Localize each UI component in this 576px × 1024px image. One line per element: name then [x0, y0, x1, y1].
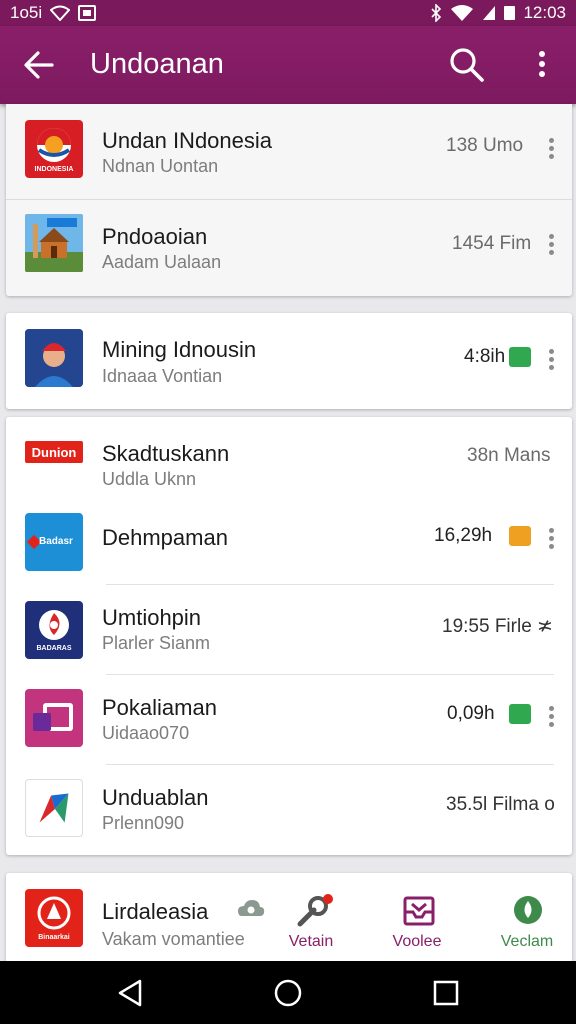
item-meta: 4:8ih [464, 346, 506, 367]
app-bar: Undoanan [0, 26, 576, 104]
person-avatar-icon [25, 329, 83, 387]
system-navigation-bar [0, 961, 576, 1024]
logo-text: Badasr [39, 536, 73, 547]
list-item[interactable]: Dunion Skadtuskann Uddla Uknn 38n Mans [6, 417, 572, 501]
logo-text: Binaarkai [38, 934, 70, 941]
logo-text: BADARAS [36, 645, 72, 652]
list-item[interactable]: Pokaliaman Uidaao070 0,09h [6, 675, 572, 765]
inbox-tray-icon [403, 896, 435, 926]
cell-signal-icon [483, 6, 496, 20]
item-name: Pndoaoian [102, 224, 208, 249]
nav-item-vetain[interactable]: Vetain [272, 880, 350, 958]
battery-icon [504, 6, 516, 20]
nav-label: Voolee [392, 933, 442, 950]
status-tag-icon [509, 526, 531, 546]
cloud-eye-icon [238, 900, 265, 916]
item-subtitle: Ndnan Uontan [102, 156, 219, 176]
logo-text: INDONESIA [34, 166, 74, 173]
item-meta: 1454 Fim [452, 233, 532, 254]
item-meta: 138 Umo [446, 135, 524, 156]
item-name: Undan INdonesia [102, 128, 273, 153]
item-overflow-icon[interactable] [547, 349, 555, 371]
item-name: Unduablan [102, 785, 209, 810]
list-item[interactable]: Unduablan Prlenn090 35.5l Filma o [6, 765, 572, 855]
item-subtitle: Prlenn090 [102, 813, 185, 833]
leaf-drop-icon [514, 896, 542, 924]
status-time: 12:03 [523, 3, 566, 22]
nav-label: Veclam [500, 933, 554, 950]
red-banner-logo-icon: Dunion [25, 435, 83, 475]
nav-label: Vetain [288, 933, 334, 950]
app-list-card-main: Dunion Skadtuskann Uddla Uknn 38n Mans B… [6, 417, 572, 855]
list-item[interactable]: Mining Idnousin Idnaaa Vontian 4:8ih [6, 313, 572, 409]
item-name: Umtiohpin [102, 605, 202, 630]
list-item[interactable]: Pndoaoian Aadam Ualaan 1454 Fim [6, 200, 572, 296]
item-subtitle: Plarler Sianm [102, 633, 211, 653]
list-item[interactable]: BADARAS Umtiohpin Plarler Sianm 19:55 Fi… [6, 585, 572, 675]
nav-item-veclam[interactable]: Veclam [488, 880, 566, 958]
item-subtitle: Aadam Ualaan [102, 252, 222, 272]
item-subtitle: Uddla Uknn [102, 469, 197, 489]
list-item[interactable]: INDONESIA Undan INdonesia Ndnan Uontan 1… [6, 104, 572, 200]
back-arrow-icon[interactable] [22, 48, 56, 82]
page-title: Undoanan [90, 48, 224, 80]
blue-brand-logo-icon: Badasr [25, 513, 83, 571]
item-overflow-icon[interactable] [547, 528, 555, 550]
item-name: Dehmpaman [102, 525, 228, 550]
item-name: Mining Idnousin [102, 337, 257, 362]
logo-text: Dunion [31, 445, 77, 460]
item-meta: 16,29h [434, 525, 493, 546]
overflow-menu-icon[interactable] [528, 50, 556, 80]
system-back-icon[interactable] [114, 977, 146, 1009]
wifi-signal-icon [451, 5, 474, 21]
circle-emblem-icon: BADARAS [25, 601, 83, 659]
app-list-card-top: INDONESIA Undan INdonesia Ndnan Uontan 1… [6, 104, 572, 296]
system-home-icon[interactable] [272, 977, 304, 1009]
item-name: Skadtuskann [102, 441, 230, 466]
wifi-icon [50, 5, 71, 21]
search-icon[interactable] [448, 46, 486, 84]
app-list-card-middle: Mining Idnousin Idnaaa Vontian 4:8ih [6, 313, 572, 409]
item-meta: 0,09h [447, 703, 495, 724]
status-left-text: 1o5i [10, 3, 43, 22]
wrench-badge-icon [297, 894, 333, 927]
item-overflow-icon[interactable] [547, 234, 555, 256]
purple-card-logo-icon [25, 689, 83, 747]
item-meta: 35.5l Filma o [446, 794, 555, 815]
geometric-logo-icon [25, 779, 83, 837]
item-overflow-icon[interactable] [547, 138, 555, 160]
status-bar: 1o5i 12:03 [0, 0, 576, 26]
red-seal-logo-icon: Binaarkai [25, 889, 83, 947]
item-name: Lirdaleasia [102, 899, 209, 924]
bottom-navigation: Vetain Voolee Veclam [238, 880, 572, 960]
system-recents-icon[interactable] [430, 977, 462, 1009]
notification-icon [78, 5, 97, 21]
indonesia-logo-icon: INDONESIA [25, 120, 83, 178]
item-meta: 19:55 Firle ≭ [442, 616, 553, 637]
item-subtitle: Uidaao070 [102, 723, 190, 743]
status-tag-icon [509, 704, 531, 724]
item-overflow-icon[interactable] [547, 706, 555, 728]
nav-item-voolee[interactable]: Voolee [378, 880, 456, 958]
item-name: Pokaliaman [102, 695, 217, 720]
status-tag-icon [509, 347, 531, 367]
list-item[interactable]: Badasr Dehmpaman 16,29h [6, 501, 572, 585]
item-subtitle: Idnaaa Vontian [102, 366, 223, 386]
bluetooth-icon [431, 4, 442, 22]
mosque-building-icon [25, 214, 83, 272]
item-meta: 38n Mans [467, 445, 551, 466]
